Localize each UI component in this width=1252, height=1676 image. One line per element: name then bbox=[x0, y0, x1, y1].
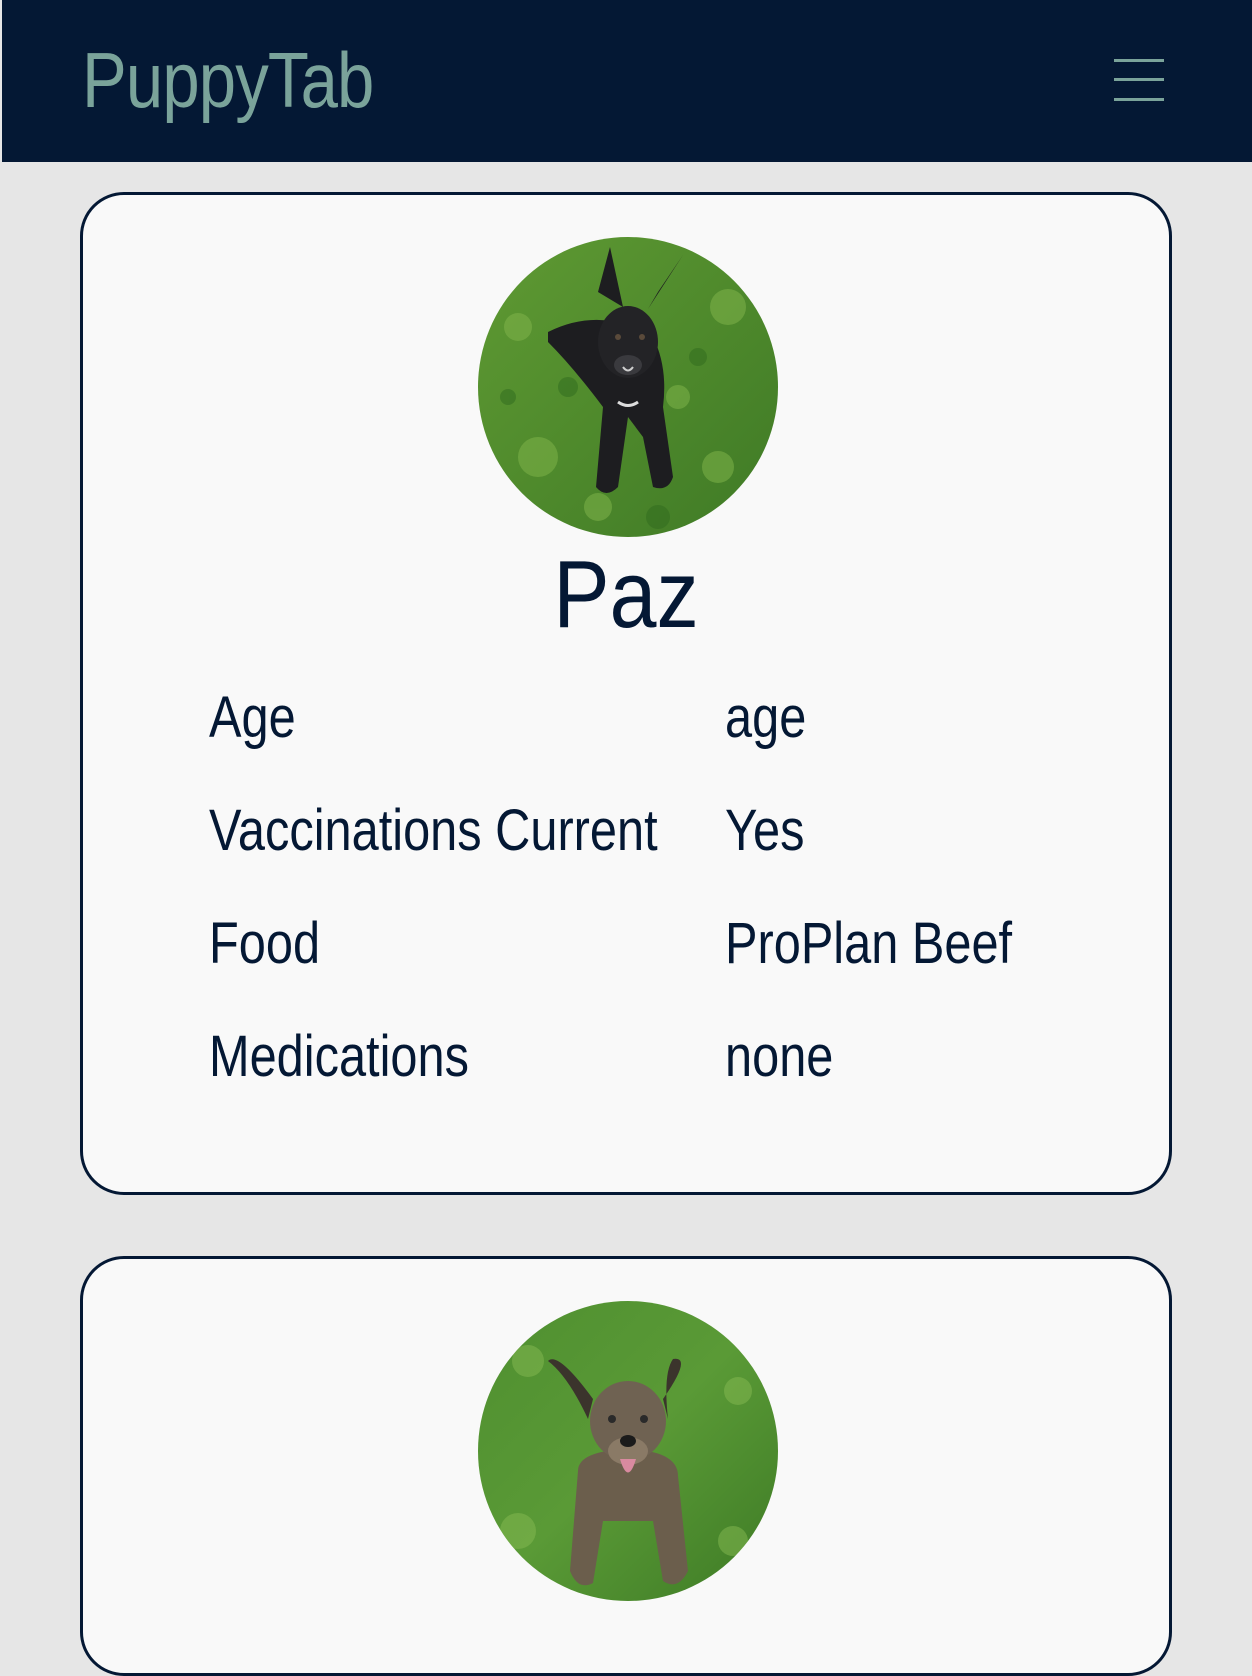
menu-bar-top bbox=[1114, 59, 1164, 62]
dog-card bbox=[80, 1256, 1172, 1676]
dog-name: Paz bbox=[553, 541, 699, 648]
detail-row-age: Age age bbox=[209, 683, 1129, 753]
navbar: PuppyTab bbox=[2, 0, 1252, 162]
detail-label: Age bbox=[209, 685, 296, 750]
hamburger-menu-icon[interactable] bbox=[1112, 56, 1166, 106]
dog-photo-image bbox=[478, 237, 778, 537]
dog-avatar-photo bbox=[478, 237, 778, 537]
detail-value: age bbox=[725, 685, 807, 750]
detail-label: Medications bbox=[209, 1024, 469, 1089]
detail-row-food: Food ProPlan Beef bbox=[209, 909, 1129, 979]
brand-title[interactable]: PuppyTab bbox=[82, 30, 374, 130]
menu-bar-bottom bbox=[1114, 98, 1164, 101]
detail-label: Food bbox=[209, 911, 321, 976]
dog-avatar-photo bbox=[478, 1301, 778, 1601]
detail-row-vaccinations: Vaccinations Current Yes bbox=[209, 796, 1129, 866]
dog-photo-image bbox=[478, 1301, 778, 1601]
detail-label: Vaccinations Current bbox=[209, 798, 658, 863]
detail-value: Yes bbox=[725, 798, 805, 863]
dog-card: Paz Age age Vaccinations Current Yes Foo… bbox=[80, 192, 1172, 1195]
detail-row-medications: Medications none bbox=[209, 1022, 1129, 1092]
detail-value: none bbox=[725, 1024, 834, 1089]
menu-bar-middle bbox=[1114, 78, 1164, 81]
detail-value: ProPlan Beef bbox=[725, 911, 1013, 976]
